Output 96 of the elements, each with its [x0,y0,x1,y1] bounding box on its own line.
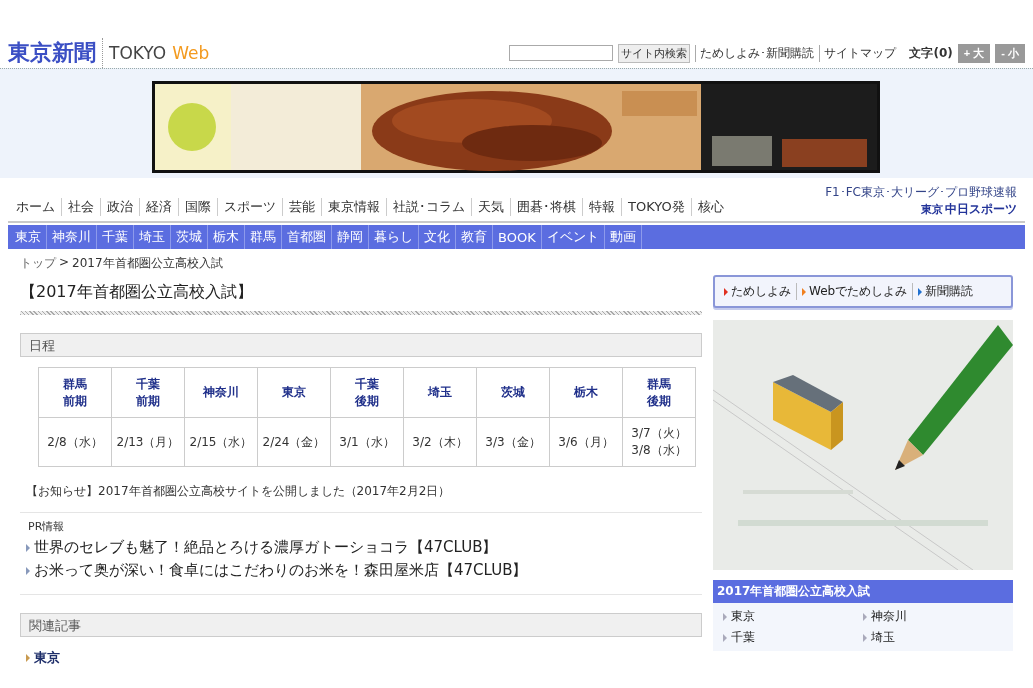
sports-caption[interactable]: F1･FC東京･大リーグ･プロ野球速報 [825,184,1017,201]
region-tab[interactable]: BOOK [493,225,542,249]
column-header: 前期 [62,392,88,410]
nav-link[interactable]: TOKYO発 [621,198,691,216]
nav-link[interactable]: 国際 [178,198,217,216]
table-cell: 3/2（木） [403,417,477,467]
region-tab[interactable]: イベント [541,225,605,249]
promo-link-text[interactable]: ためしよみ [731,283,791,300]
region-tab[interactable]: 静岡 [332,225,369,249]
nav-link[interactable]: 特報 [582,198,621,216]
region-link[interactable]: 千葉 [723,629,863,646]
nav-link[interactable]: 芸能 [282,198,321,216]
breadcrumb-link[interactable]: トップ [20,255,56,272]
column-header: 群馬 [62,375,88,393]
region-tab[interactable]: 東京 [8,225,47,249]
column-header: 千葉 [354,375,380,393]
region-tab[interactable]: 神奈川 [47,225,97,249]
breadcrumb-separator: > [59,255,70,271]
promo-link-text[interactable]: 新聞購読 [925,283,974,300]
column-header: 前期 [135,392,161,410]
box-title: 2017年首都圏公立高校入試 [713,580,1013,603]
table-cell: 2/24（金） [257,417,331,467]
promo-link[interactable]: ためしよみ [719,283,796,300]
nav-link[interactable]: 政治 [100,198,139,216]
logo-subtitle: Web [172,43,210,63]
related-link[interactable]: 東京 [26,649,702,667]
bullet-icon [863,612,867,621]
region-tab[interactable]: 栃木 [208,225,245,249]
column-header: 神奈川 [202,384,240,401]
promo-link-text[interactable]: Webでためしよみ [809,283,908,300]
bullet-icon [26,566,30,575]
bullet-icon [723,612,727,621]
logo-subtitle: TOKYO [109,43,167,63]
promo-link[interactable]: 新聞購読 [912,283,979,300]
nav-link[interactable]: スポーツ [217,198,282,216]
region-tab[interactable]: 埼玉 [134,225,171,249]
nav-link[interactable]: 社会 [61,198,100,216]
region-tab[interactable]: 茨城 [171,225,208,249]
region-tab[interactable]: 教育 [456,225,493,249]
table-cell: 3/6（月） [549,417,623,467]
region-tab[interactable]: 首都圏 [282,225,332,249]
table-cell: 2/15（水） [184,417,258,467]
region-tab[interactable]: 暮らし [369,225,419,249]
nav-link[interactable]: ホーム [8,198,61,216]
bullet-icon [26,654,30,662]
pr-link-text[interactable]: お米って奥が深い！食卓にはこだわりのお米を！森田屋米店【47CLUB】 [34,561,528,580]
region-link-text[interactable]: 東京 [731,608,755,625]
region-tab[interactable]: 千葉 [97,225,134,249]
column-header: 群馬 [646,375,672,393]
region-tab[interactable]: 文化 [419,225,456,249]
notice-text: 【お知らせ】2017年首都圏公立高校サイトを公開しました（2017年2月2日） [26,483,452,500]
region-link-text[interactable]: 埼玉 [871,629,895,646]
column-header: 茨城 [500,384,526,401]
bullet-icon [723,633,727,642]
region-link[interactable]: 埼玉 [863,629,1003,646]
column-header: 後期 [646,392,672,410]
region-link[interactable]: 東京 [723,608,863,625]
nav-link[interactable]: 天気 [471,198,510,216]
column-header: 千葉 [135,375,161,393]
pr-link[interactable]: 世界のセレブも魅了！絶品とろける濃厚ガトーショコラ【47CLUB】 [26,538,702,557]
section-heading: 日程 [20,333,702,357]
bullet-icon [863,633,867,642]
pr-label: PR情報 [28,519,66,534]
section-heading: 関連記事 [20,613,702,637]
header-link[interactable]: サイトマップ [819,44,897,62]
region-tab[interactable]: 群馬 [245,225,282,249]
nav-link[interactable]: 核心 [690,198,730,216]
header-link[interactable]: ためしよみ･新聞購読 [695,44,815,62]
font-size-label: 文字(0) [909,44,953,62]
table-cell: 3/7（火） 3/8（水） [622,417,696,467]
pr-link[interactable]: お米って奥が深い！食卓にはこだわりのお米を！森田屋米店【47CLUB】 [26,561,702,580]
nav-link[interactable]: 東京情報 [321,198,386,216]
table-cell: 2/13（月） [111,417,185,467]
column-header: 東京 [281,384,307,401]
nav-link[interactable]: 社説･コラム [386,198,471,216]
column-header: 栃木 [573,384,599,401]
column-header: 後期 [354,392,380,410]
region-tab[interactable]: 動画 [604,225,642,249]
nav-link[interactable]: 囲碁･将棋 [510,198,582,216]
region-link-text[interactable]: 千葉 [731,629,755,646]
table-cell: 3/1（水） [330,417,404,467]
pr-link-text[interactable]: 世界のセレブも魅了！絶品とろける濃厚ガトーショコラ【47CLUB】 [34,538,498,557]
promo-link[interactable]: Webでためしよみ [796,283,913,300]
search-field[interactable] [509,45,614,61]
region-link-text[interactable]: 神奈川 [871,608,907,625]
table-cell: 3/3（金） [476,417,550,467]
search-button[interactable]: サイト内検索 [618,43,691,63]
related-link-text[interactable]: 東京 [34,649,60,667]
sports-logo[interactable]: 東京 中日スポーツ [921,201,1017,218]
region-link[interactable]: 神奈川 [863,608,1003,625]
bullet-icon [26,543,30,552]
page-title: 【2017年首都圏公立高校入試】 [20,282,254,303]
breadcrumb-current: 2017年首都圏公立高校入試 [72,255,223,272]
table-cell: 2/8（水） [38,417,112,467]
nav-link[interactable]: 経済 [139,198,178,216]
column-header: 埼玉 [426,384,453,401]
